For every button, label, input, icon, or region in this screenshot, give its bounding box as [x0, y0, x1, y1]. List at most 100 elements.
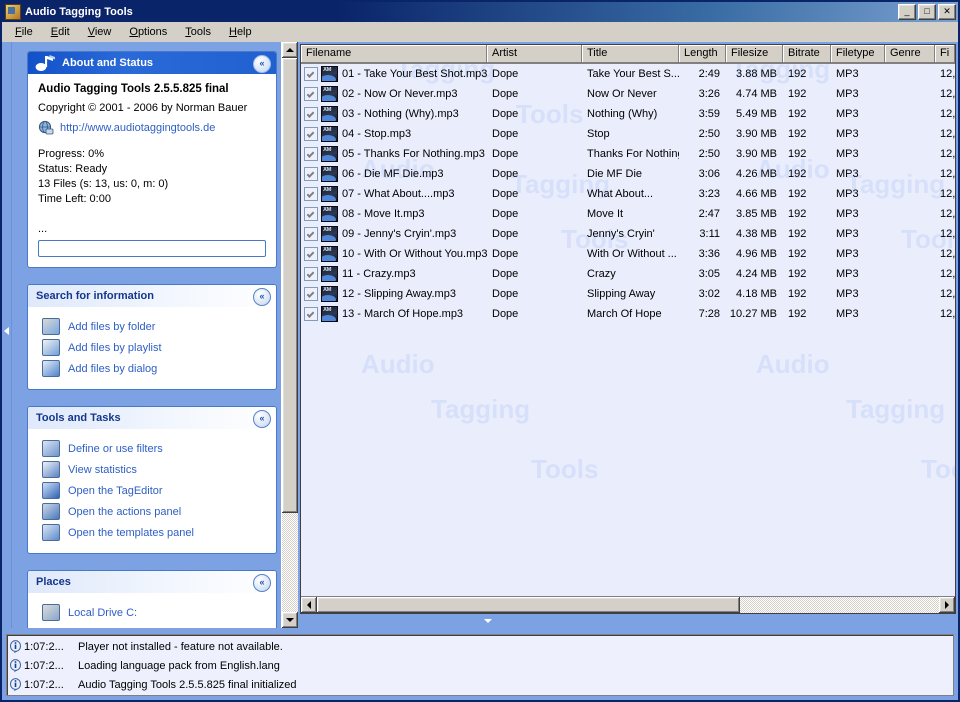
panel-header-search-for-information[interactable]: Search for information « — [28, 285, 276, 307]
column-header-filesize[interactable]: Filesize — [726, 45, 783, 63]
cell-fi: 12, — [940, 148, 955, 160]
hscroll-right-button[interactable] — [939, 597, 955, 613]
row-checkbox[interactable] — [304, 87, 318, 101]
cell-bitrate: 192 — [788, 128, 807, 140]
sidebar-item-view-statistics[interactable]: View statistics — [38, 459, 266, 480]
sidebar-scrollbar[interactable] — [281, 42, 298, 628]
title-bar: Audio Tagging Tools _ □ ✕ — [2, 2, 958, 22]
table-row[interactable]: 03 - Nothing (Why).mp3 Dope Nothing (Why) 3… — [301, 104, 955, 124]
row-checkbox[interactable] — [304, 207, 318, 221]
column-header-filename[interactable]: Filename — [301, 45, 487, 63]
collapse-left-arrow-icon[interactable] — [4, 327, 9, 335]
sidebar-scroll-down-button[interactable] — [282, 612, 298, 628]
panel-collapse-button-places[interactable]: « — [253, 574, 271, 592]
sidebar-scroll-thumb[interactable] — [282, 58, 298, 513]
sidebar-collapse-strip[interactable] — [2, 42, 12, 628]
cell-fi: 12, — [940, 248, 955, 260]
row-checkbox[interactable] — [304, 167, 318, 181]
table-row[interactable]: 12 - Slipping Away.mp3 Dope Slipping Away 3… — [301, 284, 955, 304]
sidebar-item-add-files-by-playlist[interactable]: Add files by playlist — [38, 337, 266, 358]
sidebar-item-add-files-by-dialog[interactable]: Add files by dialog — [38, 358, 266, 379]
cell-bitrate: 192 — [788, 108, 807, 120]
file-list-horizontal-scrollbar[interactable] — [301, 596, 955, 613]
sidebar-scroll-up-button[interactable] — [282, 42, 298, 58]
table-row[interactable]: 10 - With Or Without You.mp3 Dope With Or … — [301, 244, 955, 264]
sidebar-item-open-the-tageditor[interactable]: Open the TagEditor — [38, 480, 266, 501]
cell-fi: 12, — [940, 68, 955, 80]
cell-fi: 12, — [940, 268, 955, 280]
cell-artist: Dope — [492, 228, 519, 240]
website-link-row[interactable]: http://www.audiotaggingtools.de — [38, 120, 266, 135]
row-checkbox[interactable] — [304, 227, 318, 241]
panel-header-places[interactable]: Places « — [28, 571, 276, 593]
file-list-rows-area: AudioTaggingToolsAudioTaggingToolsAudioT… — [301, 64, 955, 596]
sidebar-item-open-the-actions-panel[interactable]: Open the actions panel — [38, 501, 266, 522]
hscroll-track[interactable] — [317, 597, 939, 613]
sidebar-item-add-files-by-folder[interactable]: Add files by folder — [38, 316, 266, 337]
tageditor-icon — [42, 482, 60, 499]
table-row[interactable]: 02 - Now Or Never.mp3 Dope Now Or Never 3:2… — [301, 84, 955, 104]
column-header-title[interactable]: Title — [582, 45, 679, 63]
sidebar-scroll-track[interactable] — [282, 58, 298, 612]
cell-bitrate: 192 — [788, 228, 807, 240]
close-button[interactable]: ✕ — [938, 4, 956, 20]
hscroll-thumb[interactable] — [317, 597, 740, 613]
row-checkbox[interactable] — [304, 287, 318, 301]
column-header-length[interactable]: Length — [679, 45, 726, 63]
sidebar-item-open-the-templates-panel[interactable]: Open the templates panel — [38, 522, 266, 543]
menu-item-file[interactable]: File — [6, 24, 42, 40]
panel-collapse-button-about-and-status[interactable]: « — [253, 55, 271, 73]
row-checkbox[interactable] — [304, 107, 318, 121]
menu-item-help[interactable]: Help — [220, 24, 261, 40]
table-row[interactable]: 04 - Stop.mp3 Dope Stop 2:50 3.90 MB 192 MP3 12… — [301, 124, 955, 144]
panel-tools-and-tasks: Tools and Tasks « Define or use filters Vie… — [27, 406, 277, 554]
minimize-button[interactable]: _ — [898, 4, 916, 20]
cell-fi: 12, — [940, 168, 955, 180]
table-row[interactable]: 08 - Move It.mp3 Dope Move It 2:47 3.85 MB 19… — [301, 204, 955, 224]
panel-header-tools-and-tasks[interactable]: Tools and Tasks « — [28, 407, 276, 429]
table-row[interactable]: 09 - Jenny's Cryin'.mp3 Dope Jenny's Cryin… — [301, 224, 955, 244]
sidebar-item-local-drive-c[interactable]: Local Drive C: — [38, 602, 266, 623]
panel-collapse-button-tools-and-tasks[interactable]: « — [253, 410, 271, 428]
bottom-splitter[interactable] — [300, 614, 956, 628]
row-checkbox[interactable] — [304, 267, 318, 281]
table-row[interactable]: 13 - March Of Hope.mp3 Dope March Of Hope 7… — [301, 304, 955, 324]
panel-title-search-for-information: Search for information — [36, 290, 154, 302]
table-row[interactable]: 11 - Crazy.mp3 Dope Crazy 3:05 4.24 MB 192 MP3… — [301, 264, 955, 284]
table-row[interactable]: 06 - Die MF Die.mp3 Dope Die MF Die 3:06 4.2… — [301, 164, 955, 184]
hscroll-left-button[interactable] — [301, 597, 317, 613]
status-log[interactable]: 1:07:2... Player not installed - feature … — [6, 634, 954, 696]
row-checkbox[interactable] — [304, 247, 318, 261]
column-header-fi[interactable]: Fi — [935, 45, 955, 63]
sidebar-item-define-or-use-filters[interactable]: Define or use filters — [38, 438, 266, 459]
menu-item-options[interactable]: Options — [120, 24, 176, 40]
table-row[interactable]: 07 - What About....mp3 Dope What About... 3… — [301, 184, 955, 204]
splitter-down-arrow-icon[interactable] — [484, 619, 492, 623]
maximize-button[interactable]: □ — [918, 4, 936, 20]
watermark-word: Audio — [756, 349, 830, 379]
column-header-artist[interactable]: Artist — [487, 45, 582, 63]
menu-item-edit[interactable]: Edit — [42, 24, 79, 40]
website-link[interactable]: http://www.audiotaggingtools.de — [60, 122, 215, 134]
cell-title: Nothing (Why) — [587, 108, 658, 120]
cell-filename: 01 - Take Your Best Shot.mp3 — [301, 66, 487, 82]
row-checkbox[interactable] — [304, 127, 318, 141]
panel-header-about-and-status[interactable]: About and Status « — [28, 52, 276, 74]
column-header-bitrate[interactable]: Bitrate — [783, 45, 831, 63]
menu-item-tools[interactable]: Tools — [176, 24, 220, 40]
row-checkbox[interactable] — [304, 67, 318, 81]
panel-collapse-button-search-for-information[interactable]: « — [253, 288, 271, 306]
panel-body-about-and-status: Audio Tagging Tools 2.5.5.825 final Copyr… — [28, 74, 276, 267]
audio-file-icon — [321, 306, 338, 322]
table-row[interactable]: 05 - Thanks For Nothing.mp3 Dope Thanks Fo… — [301, 144, 955, 164]
row-checkbox[interactable] — [304, 187, 318, 201]
column-header-filetype[interactable]: Filetype — [831, 45, 885, 63]
row-checkbox[interactable] — [304, 147, 318, 161]
cell-filetype: MP3 — [836, 308, 859, 320]
menu-item-view[interactable]: View — [79, 24, 121, 40]
cell-artist: Dope — [492, 308, 519, 320]
row-checkbox[interactable] — [304, 307, 318, 321]
log-message: Loading language pack from English.lang — [78, 659, 280, 672]
column-header-genre[interactable]: Genre — [885, 45, 935, 63]
table-row[interactable]: 01 - Take Your Best Shot.mp3 Dope Take You… — [301, 64, 955, 84]
